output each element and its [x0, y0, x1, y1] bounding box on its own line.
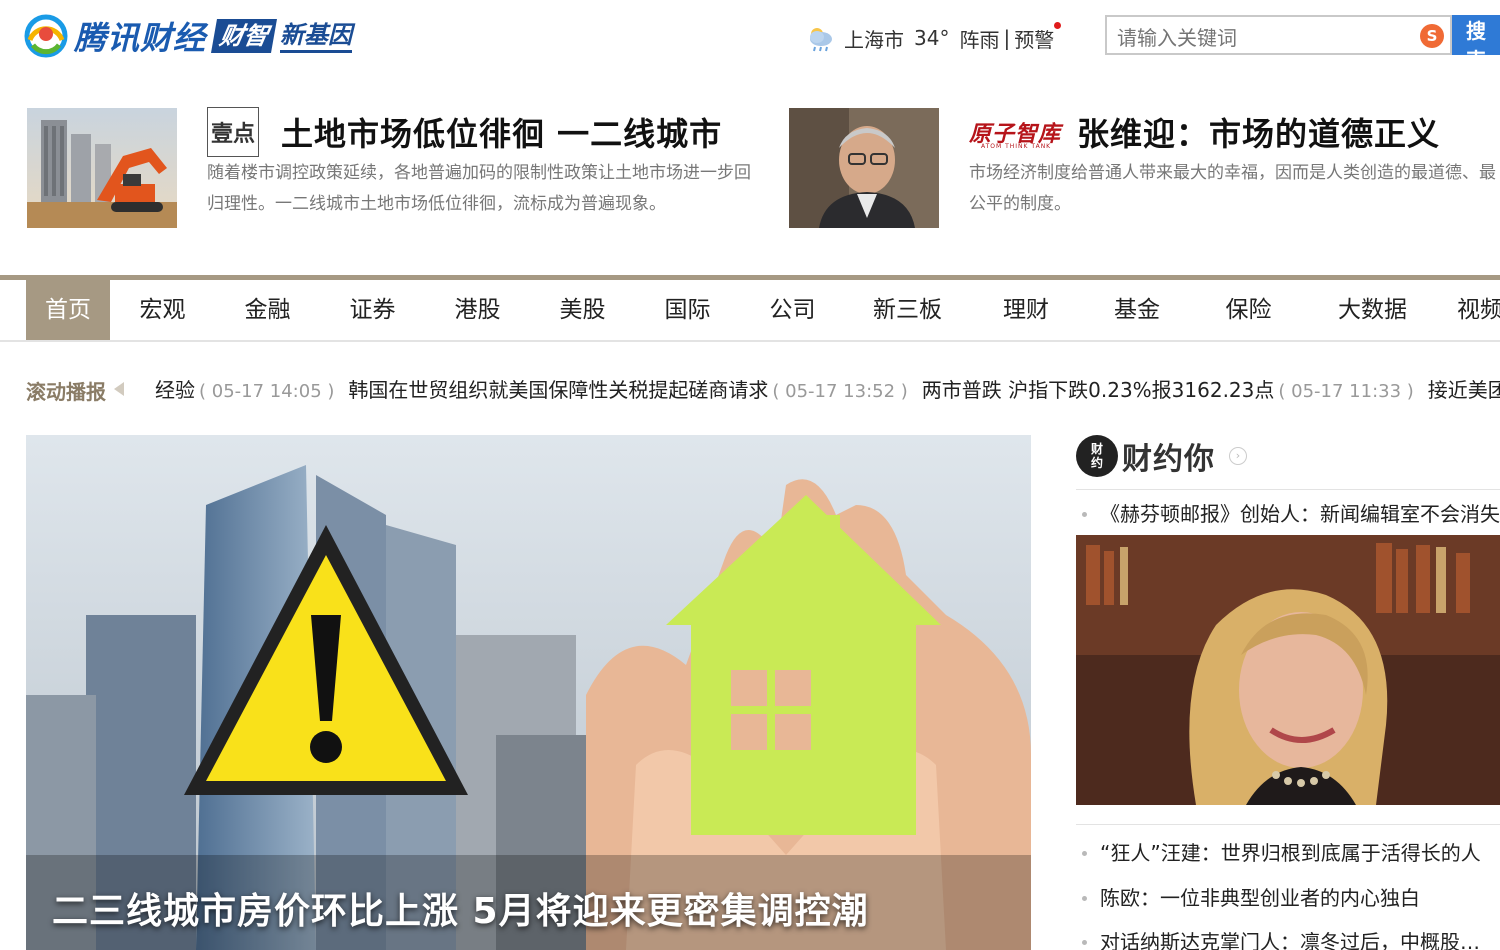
side-title[interactable]: 财约你: [1122, 434, 1215, 478]
nav-item[interactable]: 基金: [1082, 280, 1192, 340]
nav-item[interactable]: 保险: [1192, 280, 1305, 340]
search-input[interactable]: [1105, 15, 1452, 55]
nav-item[interactable]: 新三板: [845, 280, 970, 340]
headline-card-zhang-weiying[interactable]: 原子智库 ATOM THINK TANK 张维迎：市场的道德正义 市场经济制度给…: [789, 108, 1500, 228]
rain-cloud-icon: [810, 28, 832, 52]
ticker-item[interactable]: 两市普跌 沪指下跌0.23%报3162.23点: [922, 378, 1275, 402]
divider: [1076, 824, 1500, 825]
weather-warning-link[interactable]: 预警: [1014, 21, 1062, 53]
weather-temp: 34°: [914, 26, 950, 50]
nav-item[interactable]: 首页: [26, 280, 110, 340]
side-list-item[interactable]: 陈欧：一位非典型创业者的内心独白: [1076, 880, 1500, 916]
ticker-time: ( 05-17 13:52 ): [772, 381, 908, 402]
ticker-item[interactable]: 接近美团: [1428, 378, 1500, 402]
headline-card-land-market[interactable]: 壹点 土地市场低位徘徊 一二线城市 随着楼市调控政策延续，各地普遍加码的限制性政…: [27, 107, 757, 228]
headline-title[interactable]: 张维迎：市场的道德正义: [1077, 109, 1440, 155]
ticker-track: 经验( 05-17 14:05 ) 韩国在世贸组织就美国保障性关税提起磋商请求( …: [155, 374, 1500, 406]
headline-desc: 随着楼市调控政策延续，各地普遍加码的限制性政策让土地市场进一步回归理性。一二线城…: [207, 163, 751, 214]
headline-desc: 市场经济制度给普通人带来最大的幸福，因而是人类创造的最道德、最公平的制度。: [969, 163, 1496, 214]
nav-item[interactable]: 美股: [530, 280, 635, 340]
chevron-right-icon[interactable]: ›: [1229, 447, 1247, 465]
tencent-logo-icon: [24, 14, 68, 58]
nav-item[interactable]: 证券: [320, 280, 425, 340]
nav-item[interactable]: 港股: [425, 280, 530, 340]
brand-badge: 财智: [211, 19, 278, 53]
ticker-time: ( 05-17 11:33 ): [1278, 381, 1414, 402]
news-ticker: 滚动播报 经验( 05-17 14:05 ) 韩国在世贸组织就美国保障性关税提起磋…: [0, 370, 1500, 408]
column-logo-yidian[interactable]: 壹点: [207, 107, 259, 157]
nav-item[interactable]: 宏观: [110, 280, 215, 340]
headline-thumbnail-excavator[interactable]: [27, 108, 177, 228]
caiyueni-logo-icon: 财约: [1076, 435, 1118, 477]
hero-feature[interactable]: 二三线城市房价环比上涨 5月将迎来更密集调控潮: [26, 435, 1031, 950]
side-list-item[interactable]: 对话纳斯达克掌门人：凛冬过后，中概股…: [1076, 924, 1500, 950]
hero-image: [26, 435, 1031, 950]
column-logo-atom-think-tank[interactable]: 原子智库 ATOM THINK TANK: [969, 111, 1061, 153]
weather-city: 上海市: [844, 27, 904, 52]
side-column-caiyueni: 财约 财约你 › 《赫芬顿邮报》创始人：新闻编辑室不会消失 “狂人”汪建：世界归…: [1076, 432, 1500, 950]
brand-name: 腾讯财经: [74, 19, 207, 57]
side-feature-image[interactable]: [1076, 535, 1500, 805]
ticker-item[interactable]: 经验: [155, 378, 195, 402]
speaker-icon: [114, 382, 124, 396]
headline-heading: 壹点 土地市场低位徘徊 一二线城市: [207, 107, 722, 157]
nav-item[interactable]: 公司: [740, 280, 845, 340]
side-list-item[interactable]: “狂人”汪建：世界归根到底属于活得长的人: [1076, 835, 1500, 871]
search-box: S 搜索: [1105, 15, 1500, 72]
ticker-item[interactable]: 韩国在世贸组织就美国保障性关税提起磋商请求: [348, 378, 768, 402]
ticker-label: 滚动播报: [26, 380, 106, 404]
brand-sub: 新基因: [280, 20, 353, 53]
side-list-item[interactable]: 《赫芬顿邮报》创始人：新闻编辑室不会消失: [1076, 496, 1500, 532]
nav-item[interactable]: 国际: [635, 280, 740, 340]
side-header[interactable]: 财约 财约你 ›: [1076, 432, 1247, 480]
headline-thumbnail-portrait[interactable]: [789, 108, 939, 228]
headline-heading: 原子智库 ATOM THINK TANK 张维迎：市场的道德正义: [969, 108, 1440, 156]
weather-warning-label: 预警: [1014, 27, 1055, 52]
nav-item[interactable]: 视频: [1440, 280, 1500, 340]
weather-condition: 阵雨: [959, 27, 1000, 52]
nav-item[interactable]: 理财: [970, 280, 1082, 340]
sogou-s-icon: S: [1420, 24, 1444, 48]
divider: [1076, 489, 1500, 490]
nav-item[interactable]: 大数据: [1305, 280, 1440, 340]
site-logo[interactable]: 腾讯财经 财智 新基因: [24, 14, 353, 58]
main-nav: 首页 宏观 金融 证券 港股 美股 国际 公司 新三板 理财 基金 保险 大数据 视频: [0, 275, 1500, 342]
top-bar: 腾讯财经 财智 新基因 上海市 34° 阵雨 | 预警 S 搜索: [0, 0, 1500, 80]
column-logo-subtext: ATOM THINK TANK: [981, 143, 1052, 150]
headline-title[interactable]: 土地市场低位徘徊 一二线城市: [281, 109, 722, 155]
nav-item[interactable]: 金融: [215, 280, 320, 340]
warning-dot-icon: [1054, 21, 1062, 29]
weather-widget[interactable]: 上海市 34° 阵雨 | 预警: [804, 21, 1062, 54]
weather-separator: |: [1003, 26, 1011, 50]
search-button[interactable]: 搜索: [1452, 15, 1500, 72]
hero-caption[interactable]: 二三线城市房价环比上涨 5月将迎来更密集调控潮: [52, 882, 869, 934]
ticker-time: ( 05-17 14:05 ): [199, 381, 335, 402]
